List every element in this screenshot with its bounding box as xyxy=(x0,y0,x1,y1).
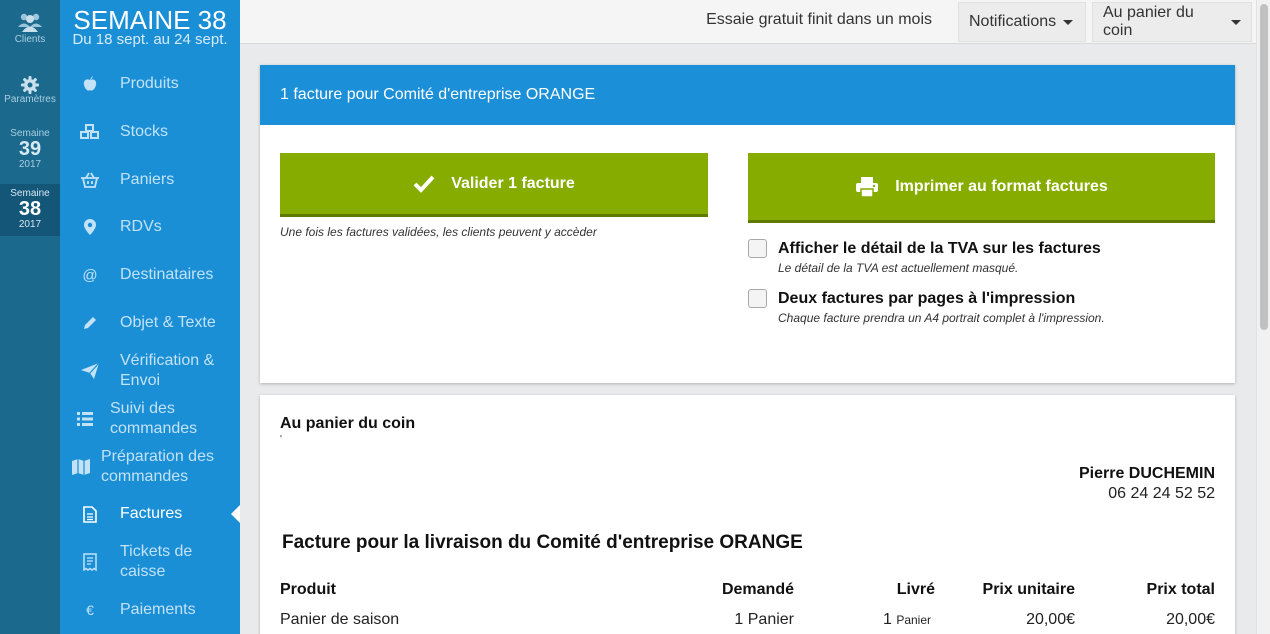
client-name: Pierre DUCHEMIN xyxy=(1078,465,1215,482)
sidebar-item-label: Objet & Texte xyxy=(120,314,216,331)
account-dropdown[interactable]: Au panier du coin xyxy=(1092,2,1252,42)
tva-detail-label[interactable]: Afficher le détail de la TVA sur les fac… xyxy=(778,239,1101,258)
tva-detail-hint: Le détail de la TVA est actuellement mas… xyxy=(778,261,1019,275)
sidebar-item-label: Stocks xyxy=(120,123,169,140)
sidebar-item-label: Tickets de caisse xyxy=(120,543,193,580)
sidebar-item-label: Paniers xyxy=(120,171,175,188)
cell-product: Panier de saison xyxy=(280,611,400,628)
top-bar: Essaie gratuit finit dans un mois Notifi… xyxy=(240,0,1256,44)
tva-detail-option: Afficher le détail de la TVA sur les fac… xyxy=(748,239,1101,275)
sidebar-item-objet-texte[interactable]: Objet & Texte xyxy=(60,312,240,334)
week-range: Du 18 sept. au 24 sept. xyxy=(72,31,228,48)
sidebar-item-preparation-commandes[interactable]: Préparation des commandes xyxy=(60,446,240,488)
account-label: Au panier du coin xyxy=(1103,4,1194,39)
sidebar-item-label: Suivi des commandes xyxy=(110,400,198,437)
euro-icon: € xyxy=(86,602,94,618)
invoice-title: Facture pour la livraison du Comité d'en… xyxy=(282,532,803,553)
left-rail: Clients Paramètres Semaine 39 2017 Semai… xyxy=(0,0,68,634)
two-per-page-checkbox[interactable] xyxy=(748,289,767,308)
cell-delivered-unit: Panier xyxy=(896,613,931,627)
column-header-demande: Demandé xyxy=(721,581,794,598)
cell-requested: 1 Panier xyxy=(734,611,794,628)
column-header-produit: Produit xyxy=(280,581,336,598)
column-header-prix-total: Prix total xyxy=(1146,581,1215,598)
week-title: SEMAINE 38 xyxy=(73,5,227,35)
cell-delivered-qty: 1 xyxy=(882,611,892,628)
sidebar: SEMAINE 38 Du 18 sept. au 24 sept. Produ… xyxy=(60,0,240,634)
rail-clients[interactable]: Clients xyxy=(0,12,60,45)
chevron-down-icon xyxy=(1063,19,1074,25)
notifications-label: Notifications xyxy=(969,13,1057,30)
sidebar-item-label: Produits xyxy=(120,75,179,92)
sidebar-item-produits[interactable]: Produits xyxy=(60,73,240,95)
sidebar-item-paniers[interactable]: Paniers xyxy=(60,169,240,191)
rail-week-year: 2017 xyxy=(18,159,42,170)
two-per-page-option: Deux factures par pages à l'impression C… xyxy=(748,289,1105,325)
sidebar-item-label: Vérification & Envoi xyxy=(120,352,215,389)
sidebar-item-factures[interactable]: Factures xyxy=(60,503,240,525)
rail-settings-label: Paramètres xyxy=(4,94,56,105)
receipt-icon xyxy=(60,553,120,571)
rail-week-number: 38 xyxy=(18,198,42,220)
print-button-label: Imprimer au format factures xyxy=(895,177,1108,195)
validate-hint: Une fois les factures validées, les clie… xyxy=(280,225,597,239)
validate-invoice-button[interactable]: Valider 1 facture xyxy=(280,153,708,217)
list-icon xyxy=(60,412,110,426)
rail-week-year: 2017 xyxy=(18,219,42,230)
rail-clients-label: Clients xyxy=(14,34,46,45)
apple-icon xyxy=(60,76,120,92)
rail-week-39[interactable]: Semaine 39 2017 xyxy=(0,128,60,172)
page-scrollbar[interactable] xyxy=(1256,0,1270,634)
invoice-actions-panel: 1 facture pour Comité d'entreprise ORANG… xyxy=(260,65,1235,383)
active-item-pointer xyxy=(231,505,240,523)
sidebar-item-label: RDVs xyxy=(120,218,162,235)
sidebar-item-label: Destinataires xyxy=(120,266,214,283)
basket-icon xyxy=(60,172,120,188)
sidebar-item-destinataires[interactable]: @ Destinataires xyxy=(60,264,240,286)
rail-settings[interactable]: Paramètres xyxy=(0,76,60,105)
users-icon xyxy=(18,13,42,32)
file-text-icon xyxy=(60,505,120,523)
sidebar-item-verification-envoi[interactable]: Vérification & Envoi xyxy=(60,350,240,392)
paper-plane-icon xyxy=(60,363,120,379)
cell-delivered: 1 Panier xyxy=(883,611,931,629)
gear-icon xyxy=(21,76,39,94)
cell-total-price: 20,00€ xyxy=(1166,611,1215,628)
cubes-icon xyxy=(60,124,120,140)
column-header-livre: Livré xyxy=(896,581,935,598)
rail-week-38[interactable]: Semaine 38 2017 xyxy=(0,184,68,236)
client-phone: 06 24 24 52 52 xyxy=(1108,485,1215,502)
notifications-dropdown[interactable]: Notifications xyxy=(958,2,1086,42)
map-marker-icon xyxy=(60,219,120,235)
scrollbar-thumb[interactable] xyxy=(1260,4,1268,330)
map-icon xyxy=(60,459,101,475)
trial-notice: Essaie gratuit finit dans un mois xyxy=(706,11,932,28)
sidebar-item-suivi-commandes[interactable]: Suivi des commandes xyxy=(60,398,240,440)
seller-name: Au panier du coin xyxy=(280,415,416,432)
invoice-preview: Au panier du coin ' Pierre DUCHEMIN 06 2… xyxy=(260,395,1235,634)
at-icon: @ xyxy=(82,266,98,284)
chevron-down-icon xyxy=(1231,19,1241,25)
sidebar-item-rdvs[interactable]: RDVs xyxy=(60,216,240,238)
pencil-icon xyxy=(60,315,120,331)
column-header-prix-unitaire: Prix unitaire xyxy=(982,581,1075,598)
sidebar-item-label: Factures xyxy=(120,505,183,522)
seller-address: ' xyxy=(280,434,282,445)
two-per-page-label[interactable]: Deux factures par pages à l'impression xyxy=(778,289,1105,308)
two-per-page-hint: Chaque facture prendra un A4 portrait co… xyxy=(778,311,1105,325)
sidebar-item-tickets-caisse[interactable]: Tickets de caisse xyxy=(60,541,240,583)
print-invoices-button[interactable]: Imprimer au format factures xyxy=(748,153,1215,223)
validate-button-label: Valider 1 facture xyxy=(451,174,575,192)
sidebar-item-label: Préparation des commandes xyxy=(101,448,214,485)
sidebar-item-label: Paiements xyxy=(120,601,196,618)
panel-header: 1 facture pour Comité d'entreprise ORANG… xyxy=(260,65,1235,125)
sidebar-item-paiements[interactable]: € Paiements xyxy=(60,599,240,621)
cell-unit-price: 20,00€ xyxy=(1026,611,1075,628)
printer-icon xyxy=(856,176,879,197)
rail-week-number: 39 xyxy=(18,138,42,160)
sidebar-item-stocks[interactable]: Stocks xyxy=(60,121,240,143)
tva-detail-checkbox[interactable] xyxy=(748,239,767,258)
check-icon xyxy=(413,175,435,193)
